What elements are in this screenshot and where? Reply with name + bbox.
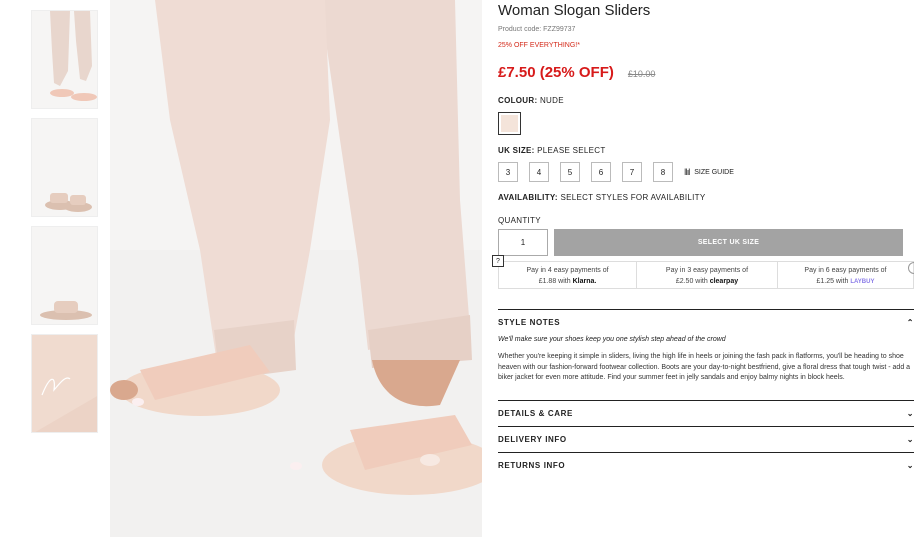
help-icon[interactable]: ?	[492, 255, 504, 267]
klarna-amount: £1.88 with	[538, 278, 571, 285]
thumbnail-1[interactable]	[31, 10, 98, 109]
swatch-fill	[501, 115, 518, 132]
chevron-up-icon: ⌃	[906, 318, 914, 327]
returns-info-header[interactable]: RETURNS INFO ⌄	[498, 451, 914, 478]
size-label-value: PLEASE SELECT	[537, 146, 606, 155]
style-notes-header[interactable]: STYLE NOTES ⌃	[498, 310, 914, 336]
thumbnail-2[interactable]	[31, 118, 98, 217]
klarna-line1: Pay in 4 easy payments of	[526, 267, 609, 274]
laybuy-line1: Pay in 6 easy payments of	[804, 267, 887, 274]
laybuy-logo: LAYBUY	[850, 279, 875, 285]
size-option-4[interactable]: 4	[529, 162, 549, 182]
price-row: £7.50 (25% OFF) £10.00	[498, 64, 914, 81]
availability: AVAILABILITY: SELECT STYLES FOR AVAILABI…	[498, 193, 914, 202]
quantity-row: 1 SELECT UK SIZE	[498, 229, 914, 256]
size-label: UK SIZE: PLEASE SELECT	[498, 146, 914, 155]
style-tagline: We'll make sure your shoes keep you one …	[498, 336, 726, 343]
colour-label-key: COLOUR:	[498, 96, 538, 105]
clearpay-option[interactable]: Pay in 3 easy payments of £2.50 with cle…	[637, 261, 778, 289]
klarna-option[interactable]: Pay in 4 easy payments of £1.88 with Kla…	[498, 261, 638, 289]
ruler-icon: ‖ıl	[684, 167, 690, 177]
thumbnail-3[interactable]	[31, 226, 98, 325]
style-body: Whether you're keeping it simple in slid…	[498, 353, 911, 381]
current-price: £7.50 (25% OFF)	[498, 64, 614, 81]
size-guide-label: SIZE GUIDE	[694, 168, 734, 176]
size-label-key: UK SIZE:	[498, 146, 535, 155]
availability-key: AVAILABILITY:	[498, 193, 558, 202]
product-info-panel: Woman Slogan Sliders Product code: FZZ99…	[492, 0, 914, 478]
select-size-button[interactable]: SELECT UK SIZE	[554, 229, 903, 256]
details-care-title: DETAILS & CARE	[498, 408, 573, 418]
quantity-label: QUANTITY	[498, 216, 541, 225]
promo-text: 25% OFF EVERYTHING!*	[498, 42, 580, 49]
wishlist-icon[interactable]	[908, 262, 914, 274]
details-care-header[interactable]: DETAILS & CARE ⌄	[498, 399, 914, 426]
chevron-down-icon: ⌄	[906, 460, 914, 470]
clearpay-amount: £2.50 with	[675, 278, 708, 285]
size-option-3[interactable]: 3	[498, 162, 518, 182]
availability-value: SELECT STYLES FOR AVAILABILITY	[560, 193, 706, 202]
returns-info-title: RETURNS INFO	[498, 460, 566, 470]
chevron-down-icon: ⌄	[906, 408, 914, 418]
product-title: Woman Slogan Sliders	[498, 2, 651, 19]
style-notes-title: STYLE NOTES	[498, 318, 561, 327]
delivery-info-header[interactable]: DELIVERY INFO ⌄	[498, 425, 914, 452]
delivery-info-title: DELIVERY INFO	[498, 434, 567, 444]
size-option-5[interactable]: 5	[560, 162, 580, 182]
size-guide-link[interactable]: ‖ıl SIZE GUIDE	[684, 167, 734, 177]
clearpay-line1: Pay in 3 easy payments of	[665, 267, 749, 274]
thumbnail-4[interactable]	[31, 334, 98, 433]
was-price: £10.00	[627, 69, 656, 79]
klarna-logo: Klarna.	[572, 278, 597, 285]
product-code: Product code: FZZ99737	[498, 26, 576, 33]
colour-swatch-nude[interactable]	[498, 112, 521, 135]
colour-label: COLOUR: NUDE	[498, 96, 914, 105]
thumbnail-gallery	[31, 10, 98, 442]
size-option-8[interactable]: 8	[653, 162, 673, 182]
colour-label-value: NUDE	[539, 96, 564, 105]
laybuy-option[interactable]: Pay in 6 easy payments of £1.25 with LAY…	[777, 261, 914, 289]
quantity-input[interactable]: 1	[498, 229, 548, 256]
payment-options: ? Pay in 4 easy payments of £1.88 with K…	[492, 255, 914, 289]
style-notes-section: STYLE NOTES ⌃ We'll make sure your shoes…	[498, 309, 914, 384]
size-options: 3 4 5 6 7 8 ‖ıl SIZE GUIDE	[498, 162, 914, 182]
laybuy-amount: £1.25 with	[816, 278, 849, 285]
chevron-down-icon: ⌄	[906, 434, 914, 444]
size-option-6[interactable]: 6	[591, 162, 611, 182]
size-option-7[interactable]: 7	[622, 162, 642, 182]
clearpay-logo: clearpay	[709, 278, 739, 285]
product-main-image	[110, 0, 482, 537]
